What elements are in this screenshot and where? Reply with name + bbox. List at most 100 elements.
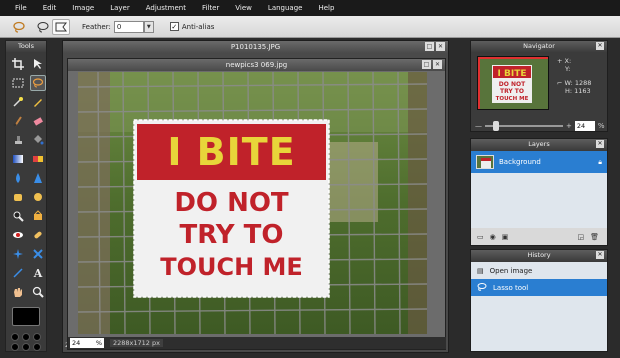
- navigator-info: + X: Y: ⌐ W: 1288 H: 1163: [557, 57, 591, 95]
- front-window-title[interactable]: newpics3 069.jpg □ ✕: [68, 59, 445, 71]
- document-status-bar: 24 % 2288x1712 px: [68, 337, 446, 349]
- menu-layer[interactable]: Layer: [103, 4, 139, 12]
- layer-mask-icon[interactable]: ◉: [490, 233, 496, 241]
- history-item-label: Open image: [489, 266, 533, 275]
- y-label: Y:: [565, 65, 571, 73]
- pinch-icon[interactable]: [30, 246, 46, 262]
- crop-icon[interactable]: [10, 56, 26, 72]
- lasso-icon[interactable]: [30, 75, 46, 91]
- navigator-thumbnail[interactable]: I BITE DO NOT TRY TO TOUCH ME: [477, 56, 549, 110]
- navigator-zoom-unit: %: [597, 122, 605, 130]
- foreground-color-swatch[interactable]: [12, 307, 40, 326]
- menu-language[interactable]: Language: [261, 4, 312, 12]
- feather-dropdown-icon[interactable]: ▼: [143, 20, 154, 33]
- layer-item-background[interactable]: Background 🔒︎: [471, 151, 607, 173]
- canvas-image[interactable]: I BITE DO NOT TRY TO TOUCH ME: [78, 72, 427, 334]
- anti-alias-label: Anti-alias: [181, 22, 215, 31]
- layers-empty-area: [471, 173, 607, 229]
- brush-icon[interactable]: [10, 113, 26, 129]
- zoom-slider-knob[interactable]: [493, 121, 499, 131]
- menu-bar: File Edit Image Layer Adjustment Filter …: [0, 0, 620, 16]
- zoom-slider-track[interactable]: [485, 121, 563, 131]
- menu-view[interactable]: View: [228, 4, 261, 12]
- zoom-in-icon[interactable]: +: [566, 122, 572, 130]
- marquee-icon[interactable]: [10, 75, 26, 91]
- magic-wand-icon[interactable]: [10, 94, 26, 110]
- zoom-out-icon[interactable]: —: [475, 122, 482, 130]
- viewport-indicator[interactable]: [478, 57, 548, 109]
- close-icon[interactable]: ✕: [596, 140, 604, 148]
- layers-panel: Layers ✕ Background 🔒︎ ▭ ◉ ▣ ◲ 🗑︎: [470, 138, 608, 246]
- polygon-lasso-mode-icon[interactable]: [52, 18, 70, 35]
- layer-name: Background: [499, 158, 541, 166]
- menu-edit[interactable]: Edit: [36, 4, 66, 12]
- open-image-icon: ▤: [477, 266, 484, 275]
- swatch-dots[interactable]: [11, 333, 42, 351]
- sign-line-1: I BITE: [167, 130, 296, 174]
- menu-adjustment[interactable]: Adjustment: [139, 4, 195, 12]
- document-window-front: newpics3 069.jpg □ ✕ I BITE DO NOT TRY T…: [67, 58, 446, 350]
- menu-help[interactable]: Help: [311, 4, 343, 12]
- zoom-icon[interactable]: [30, 208, 46, 224]
- sharpen-icon[interactable]: [30, 170, 46, 186]
- eraser-icon[interactable]: [30, 113, 46, 129]
- image-dimensions: 2288x1712 px: [110, 339, 163, 347]
- menu-filter[interactable]: Filter: [195, 4, 228, 12]
- close-icon[interactable]: ✕: [433, 60, 442, 69]
- sign-line-3: TRY TO: [179, 220, 284, 250]
- lock-icon: 🔒︎: [598, 157, 602, 166]
- navigator-zoom-input[interactable]: 24: [574, 121, 595, 131]
- menu-file[interactable]: File: [8, 4, 36, 12]
- layer-settings-icon[interactable]: ▭: [477, 233, 484, 241]
- layers-title-text: Layers: [528, 140, 550, 148]
- history-item-lasso-tool[interactable]: Lasso tool: [471, 279, 607, 296]
- lasso-history-icon: [477, 282, 487, 293]
- maximize-icon[interactable]: □: [425, 42, 434, 51]
- layer-style-icon[interactable]: ▣: [502, 233, 509, 241]
- feather-input[interactable]: 0: [113, 20, 144, 33]
- zoom-unit: %: [95, 339, 102, 347]
- menu-image[interactable]: Image: [65, 4, 103, 12]
- layers-footer: ▭ ◉ ▣ ◲ 🗑︎: [471, 228, 607, 245]
- move-icon[interactable]: [30, 56, 46, 72]
- zoom-value: 24: [72, 339, 81, 347]
- crosshair-icon: +: [557, 57, 563, 65]
- dodge-icon[interactable]: [30, 189, 46, 205]
- navigator-title-text: Navigator: [523, 42, 555, 50]
- back-window-title[interactable]: P1010135.JPG □ ✕: [63, 41, 448, 53]
- clone-stamp-icon[interactable]: [10, 132, 26, 148]
- text-icon[interactable]: A: [30, 265, 46, 281]
- close-icon[interactable]: ✕: [596, 42, 604, 50]
- red-eye-icon[interactable]: [10, 227, 26, 243]
- line-icon[interactable]: [10, 265, 26, 281]
- width-readout: W: 1288: [564, 79, 592, 87]
- pencil-icon[interactable]: [30, 94, 46, 110]
- height-readout: H: 1163: [565, 87, 591, 95]
- tools-title: Tools: [6, 41, 46, 52]
- lasso-tool-indicator-icon: [10, 19, 28, 35]
- spot-heal-icon[interactable]: [30, 227, 46, 243]
- history-item-open-image[interactable]: ▤ Open image: [471, 262, 607, 279]
- bloat-icon[interactable]: [10, 246, 26, 262]
- history-title: History ✕: [471, 250, 607, 261]
- anti-alias-checkbox[interactable]: ✓: [169, 22, 179, 31]
- burn-icon[interactable]: [10, 208, 26, 224]
- sign-line-4: TOUCH ME: [160, 253, 303, 281]
- delete-layer-icon[interactable]: 🗑︎: [590, 233, 599, 241]
- lasso-mode-icon[interactable]: [34, 19, 52, 35]
- new-layer-icon[interactable]: ◲: [577, 233, 584, 241]
- maximize-icon[interactable]: □: [422, 60, 431, 69]
- drop-icon[interactable]: [10, 170, 26, 186]
- color-replace-icon[interactable]: [30, 151, 46, 167]
- history-panel: History ✕ ▤ Open image Lasso tool: [470, 249, 608, 352]
- tools-panel: Tools A: [5, 40, 47, 352]
- magnifier-icon[interactable]: [30, 284, 46, 300]
- bucket-icon[interactable]: [30, 132, 46, 148]
- navigator-zoom-slider: — + 24 %: [475, 121, 605, 131]
- sponge-icon[interactable]: [10, 189, 26, 205]
- gradient-icon[interactable]: [10, 151, 26, 167]
- zoom-input[interactable]: 24 %: [70, 338, 104, 348]
- close-icon[interactable]: ✕: [436, 42, 445, 51]
- close-icon[interactable]: ✕: [596, 251, 604, 259]
- hand-icon[interactable]: [10, 284, 26, 300]
